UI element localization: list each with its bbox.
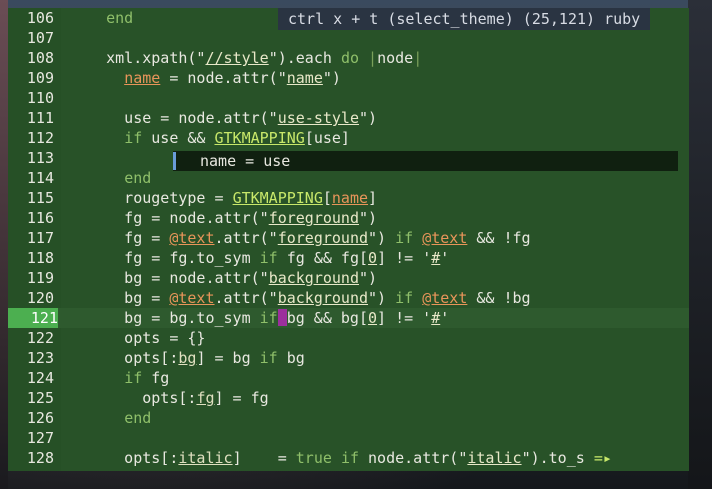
code-line[interactable]: 124 if fg [8, 368, 689, 388]
code-line[interactable]: 119 bg = node.attr("background") [8, 268, 689, 288]
line-code[interactable]: bg = @text.attr("background") if @text &… [70, 288, 530, 308]
code-line[interactable]: 111 use = node.attr("use-style") [8, 108, 689, 128]
line-code[interactable]: bg = node.attr("background") [70, 268, 377, 288]
line-code[interactable]: opts = {} [70, 328, 205, 348]
code-line[interactable]: 110 [8, 88, 689, 108]
line-code[interactable]: bg = bg.to_sym if bg && bg[0] != '#' [70, 308, 449, 328]
line-number: 127 [26, 429, 54, 447]
line-number: 120 [26, 289, 54, 307]
truncation-marker: =▸ [593, 449, 612, 467]
code-line[interactable]: 118 fg = fg.to_sym if fg && fg[0] != '#' [8, 248, 689, 268]
line-code[interactable]: end [70, 8, 133, 28]
desktop-background-left [0, 0, 8, 489]
code-line[interactable]: 123 opts[:bg] = bg if bg [8, 348, 689, 368]
line-code[interactable]: opts[:fg] = fg [70, 388, 268, 408]
editor-window[interactable]: 106 end 107 108 xml.xpath("//style").each … [8, 8, 689, 471]
completion-popup[interactable]: name = use [173, 151, 678, 171]
line-code[interactable]: opts[:bg] = bg if bg [70, 348, 305, 368]
code-line[interactable]: 109 name = node.attr("name") [8, 68, 689, 88]
line-number: 122 [26, 329, 54, 347]
text-cursor [277, 309, 287, 326]
completion-item[interactable]: name = use [200, 151, 290, 171]
line-number: 118 [26, 249, 54, 267]
line-number: 117 [26, 229, 54, 247]
line-number: 126 [26, 409, 54, 427]
line-number: 114 [26, 169, 54, 187]
code-line[interactable]: 122 opts = {} [8, 328, 689, 348]
desktop-background-right [688, 0, 712, 489]
line-code[interactable]: name = node.attr("name") [70, 68, 341, 88]
line-number: 108 [26, 49, 54, 67]
line-code[interactable]: end [70, 408, 151, 428]
code-line[interactable]: 117 fg = @text.attr("foreground") if @te… [8, 228, 689, 248]
line-code[interactable]: if fg [70, 368, 169, 388]
code-line[interactable]: 128 opts[:italic] = true if node.attr("i… [8, 448, 689, 468]
line-code[interactable]: fg = @text.attr("foreground") if @text &… [70, 228, 530, 248]
code-line[interactable]: 108 xml.xpath("//style").each do |node| [8, 48, 689, 68]
line-number: 116 [26, 209, 54, 227]
code-line[interactable]: 112 if use && GTKMAPPING[use] [8, 128, 689, 148]
line-number: 125 [26, 389, 54, 407]
line-code[interactable]: end [70, 168, 151, 188]
line-code[interactable]: if use && GTKMAPPING[use] [70, 128, 350, 148]
line-number: 109 [26, 69, 54, 87]
line-number: 123 [26, 349, 54, 367]
line-number: 107 [26, 29, 54, 47]
line-number: 121 [8, 308, 58, 328]
line-number: 119 [26, 269, 54, 287]
code-line[interactable]: 116 fg = node.attr("foreground") [8, 208, 689, 228]
code-line[interactable]: 107 [8, 28, 689, 48]
line-code[interactable]: rougetype = GTKMAPPING[name] [70, 188, 377, 208]
code-line[interactable]: 114 end [8, 168, 689, 188]
line-number: 115 [26, 189, 54, 207]
status-indicator: ctrl x + t (select_theme) (25,121) ruby [278, 8, 651, 30]
code-line[interactable]: 120 bg = @text.attr("background") if @te… [8, 288, 689, 308]
line-code[interactable]: opts[:italic] = true if node.attr("itali… [70, 448, 612, 468]
line-code[interactable]: fg = node.attr("foreground") [70, 208, 377, 228]
code-line[interactable]: 127 [8, 428, 689, 448]
popup-selection-bar [173, 152, 176, 170]
code-line[interactable]: 115 rougetype = GTKMAPPING[name] [8, 188, 689, 208]
line-number: 128 [26, 449, 54, 467]
line-code[interactable]: fg = fg.to_sym if fg && fg[0] != '#' [70, 248, 449, 268]
line-number: 106 [26, 9, 54, 27]
line-number: 124 [26, 369, 54, 387]
line-number: 112 [26, 129, 54, 147]
code-line[interactable]: 125 opts[:fg] = fg [8, 388, 689, 408]
line-number: 111 [26, 109, 54, 127]
line-number: 113 [26, 149, 54, 167]
code-line[interactable]: 126 end [8, 408, 689, 428]
code-line[interactable]: 121 bg = bg.to_sym if bg && bg[0] != '#' [8, 308, 689, 328]
line-code[interactable]: xml.xpath("//style").each do |node| [70, 48, 422, 68]
line-code[interactable]: use = node.attr("use-style") [70, 108, 377, 128]
line-number: 110 [26, 89, 54, 107]
